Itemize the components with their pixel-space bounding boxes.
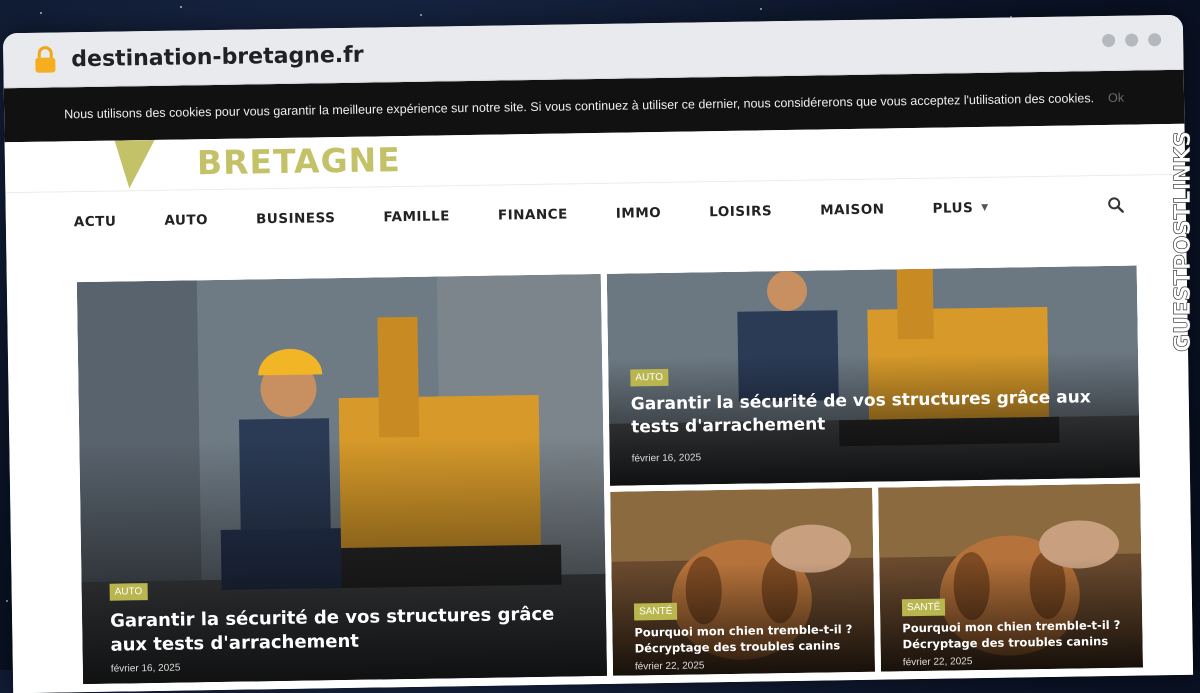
chevron-down-icon: ▼ <box>981 202 989 213</box>
address-bar-url[interactable]: destination-bretagne.fr <box>71 42 364 72</box>
category-badge[interactable]: AUTO <box>630 368 669 387</box>
article-title[interactable]: Pourquoi mon chien tremble-t-il ? Décryp… <box>902 618 1132 653</box>
article-date: février 22, 2025 <box>634 660 705 673</box>
nav-item-actu[interactable]: ACTU <box>74 214 117 231</box>
nav-item-business[interactable]: BUSINESS <box>256 210 336 227</box>
featured-article-quaternary[interactable]: SANTÉ Pourquoi mon chien tremble-t-il ? … <box>878 483 1143 672</box>
window-dot-icon[interactable] <box>1148 33 1162 47</box>
featured-article-main[interactable]: AUTO Garantir la sécurité de vos structu… <box>76 273 608 685</box>
featured-article-secondary[interactable]: AUTO Garantir la sécurité de vos structu… <box>606 265 1141 486</box>
article-title[interactable]: Pourquoi mon chien tremble-t-il ? Décryp… <box>634 622 864 657</box>
featured-grid: AUTO Garantir la sécurité de vos structu… <box>6 234 1194 693</box>
cookie-message: Nous utilisons des cookies pour vous gar… <box>64 91 1095 122</box>
article-title[interactable]: Garantir la sécurité de vos structures g… <box>110 602 591 658</box>
window-dot-icon[interactable] <box>1102 33 1116 48</box>
article-date: février 16, 2025 <box>631 452 702 465</box>
nav-plus-label: PLUS <box>932 200 974 217</box>
nav-item-finance[interactable]: FINANCE <box>498 206 568 223</box>
nav-item-plus[interactable]: PLUS ▼ <box>932 200 988 217</box>
nav-item-maison[interactable]: MAISON <box>820 201 885 218</box>
category-badge[interactable]: AUTO <box>109 583 148 601</box>
category-badge[interactable]: SANTÉ <box>633 602 678 621</box>
window-dot-icon[interactable] <box>1125 33 1139 47</box>
window-controls <box>1102 33 1162 48</box>
watermark-text: GUESTPOSTLINKS <box>1171 131 1196 352</box>
category-badge[interactable]: SANTÉ <box>901 598 946 617</box>
article-date: février 16, 2025 <box>110 662 181 675</box>
search-icon[interactable] <box>1108 197 1125 218</box>
nav-item-famille[interactable]: FAMILLE <box>383 208 450 225</box>
featured-article-tertiary[interactable]: SANTÉ Pourquoi mon chien tremble-t-il ? … <box>610 487 876 676</box>
logo-triangle-icon <box>114 139 155 189</box>
browser-window: destination-bretagne.fr Nous utilisons d… <box>2 14 1194 693</box>
article-title[interactable]: Garantir la sécurité de vos structures g… <box>631 386 1132 440</box>
nav-item-loisirs[interactable]: LOISIRS <box>709 203 772 220</box>
site-logo[interactable]: BRETAGNE <box>197 140 401 182</box>
lock-icon <box>25 45 65 74</box>
article-date: février 22, 2025 <box>902 656 973 669</box>
guestpostlinks-watermark: GUESTPOSTLINKS <box>1171 131 1197 353</box>
nav-item-immo[interactable]: IMMO <box>616 205 662 222</box>
cookie-ok-button[interactable]: Ok <box>1108 91 1124 105</box>
nav-item-auto[interactable]: AUTO <box>164 212 208 229</box>
